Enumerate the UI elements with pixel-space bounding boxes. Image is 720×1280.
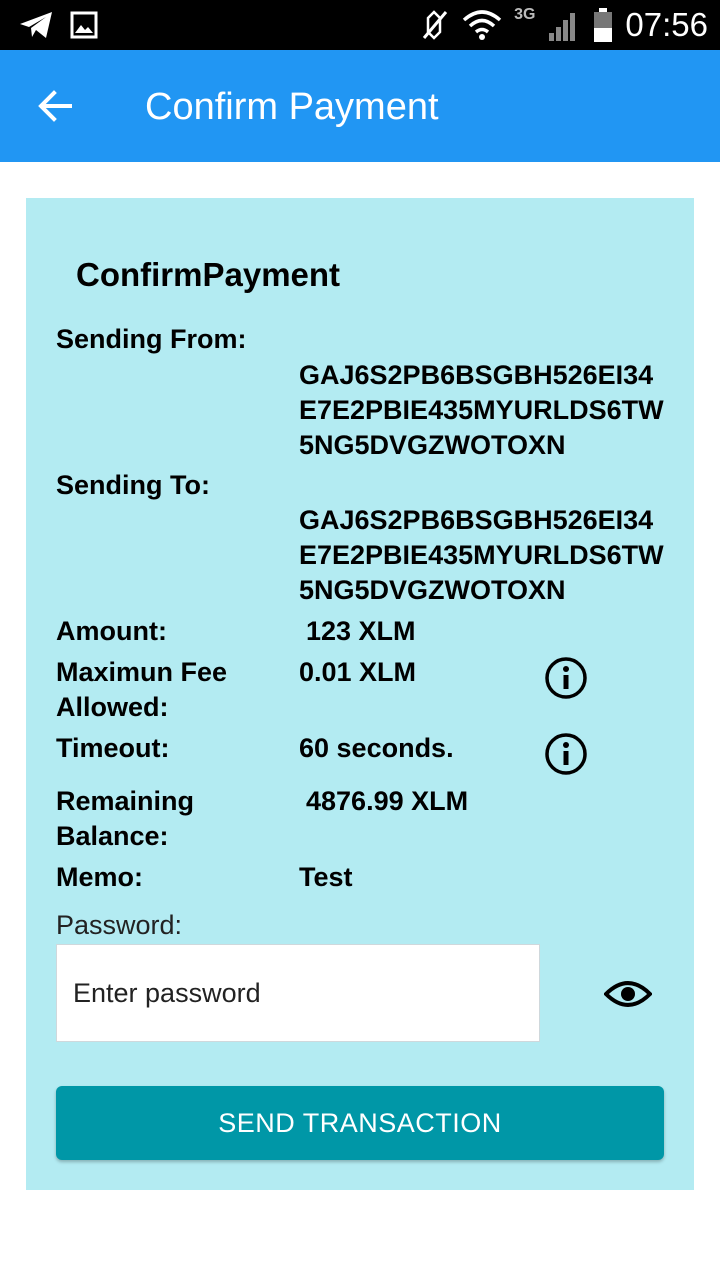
mute-icon [422,10,448,40]
card-title: ConfirmPayment [76,256,341,293]
max-fee-label: Maximun Fee Allowed: [56,657,228,722]
telegram-icon [20,12,52,38]
password-label: Password: [56,910,183,940]
timeout-info-icon[interactable] [544,732,588,776]
sending-to-value: GAJ6S2PB6BSGBH526EI34E7E2PBIE435MYURLDS6… [299,505,664,605]
app-bar: Confirm Payment [0,50,720,162]
password-input[interactable] [57,945,539,1041]
image-icon [70,11,98,39]
network-type-label: 3G [514,6,536,23]
sending-to-label: Sending To: [56,470,210,500]
battery-icon [594,8,613,42]
signal-icon [549,13,576,41]
sending-from-value: GAJ6S2PB6BSGBH526EI34E7E2PBIE435MYURLDS6… [299,360,664,460]
password-field-container [56,944,540,1042]
memo-label: Memo: [56,862,143,892]
sending-from-label: Sending From: [56,324,247,354]
fee-info-icon[interactable] [544,656,588,700]
status-bar: 3G 07:56 [0,0,720,50]
max-fee-value: 0.01 XLM [299,657,417,687]
page-title: Confirm Payment [145,86,439,128]
status-bar-left [18,10,98,40]
remaining-balance-label: Remaining Balance: [56,786,195,851]
memo-value: Test [299,862,353,892]
amount-label: Amount: [56,616,167,646]
wifi-icon [462,10,502,40]
status-bar-right: 3G 07:56 [420,4,708,46]
eye-icon[interactable] [604,974,652,1014]
arrow-back-icon[interactable] [30,80,82,132]
send-transaction-button[interactable]: SEND TRANSACTION [56,1086,664,1160]
confirm-payment-card: ConfirmPayment Sending From: GAJ6S2PB6BS… [26,198,694,1190]
timeout-value: 60 seconds. [299,733,454,763]
remaining-balance-value: 4876.99 XLM [306,786,469,816]
amount-value: 123 XLM [306,616,416,646]
timeout-label: Timeout: [56,733,170,763]
clock: 07:56 [625,6,708,43]
